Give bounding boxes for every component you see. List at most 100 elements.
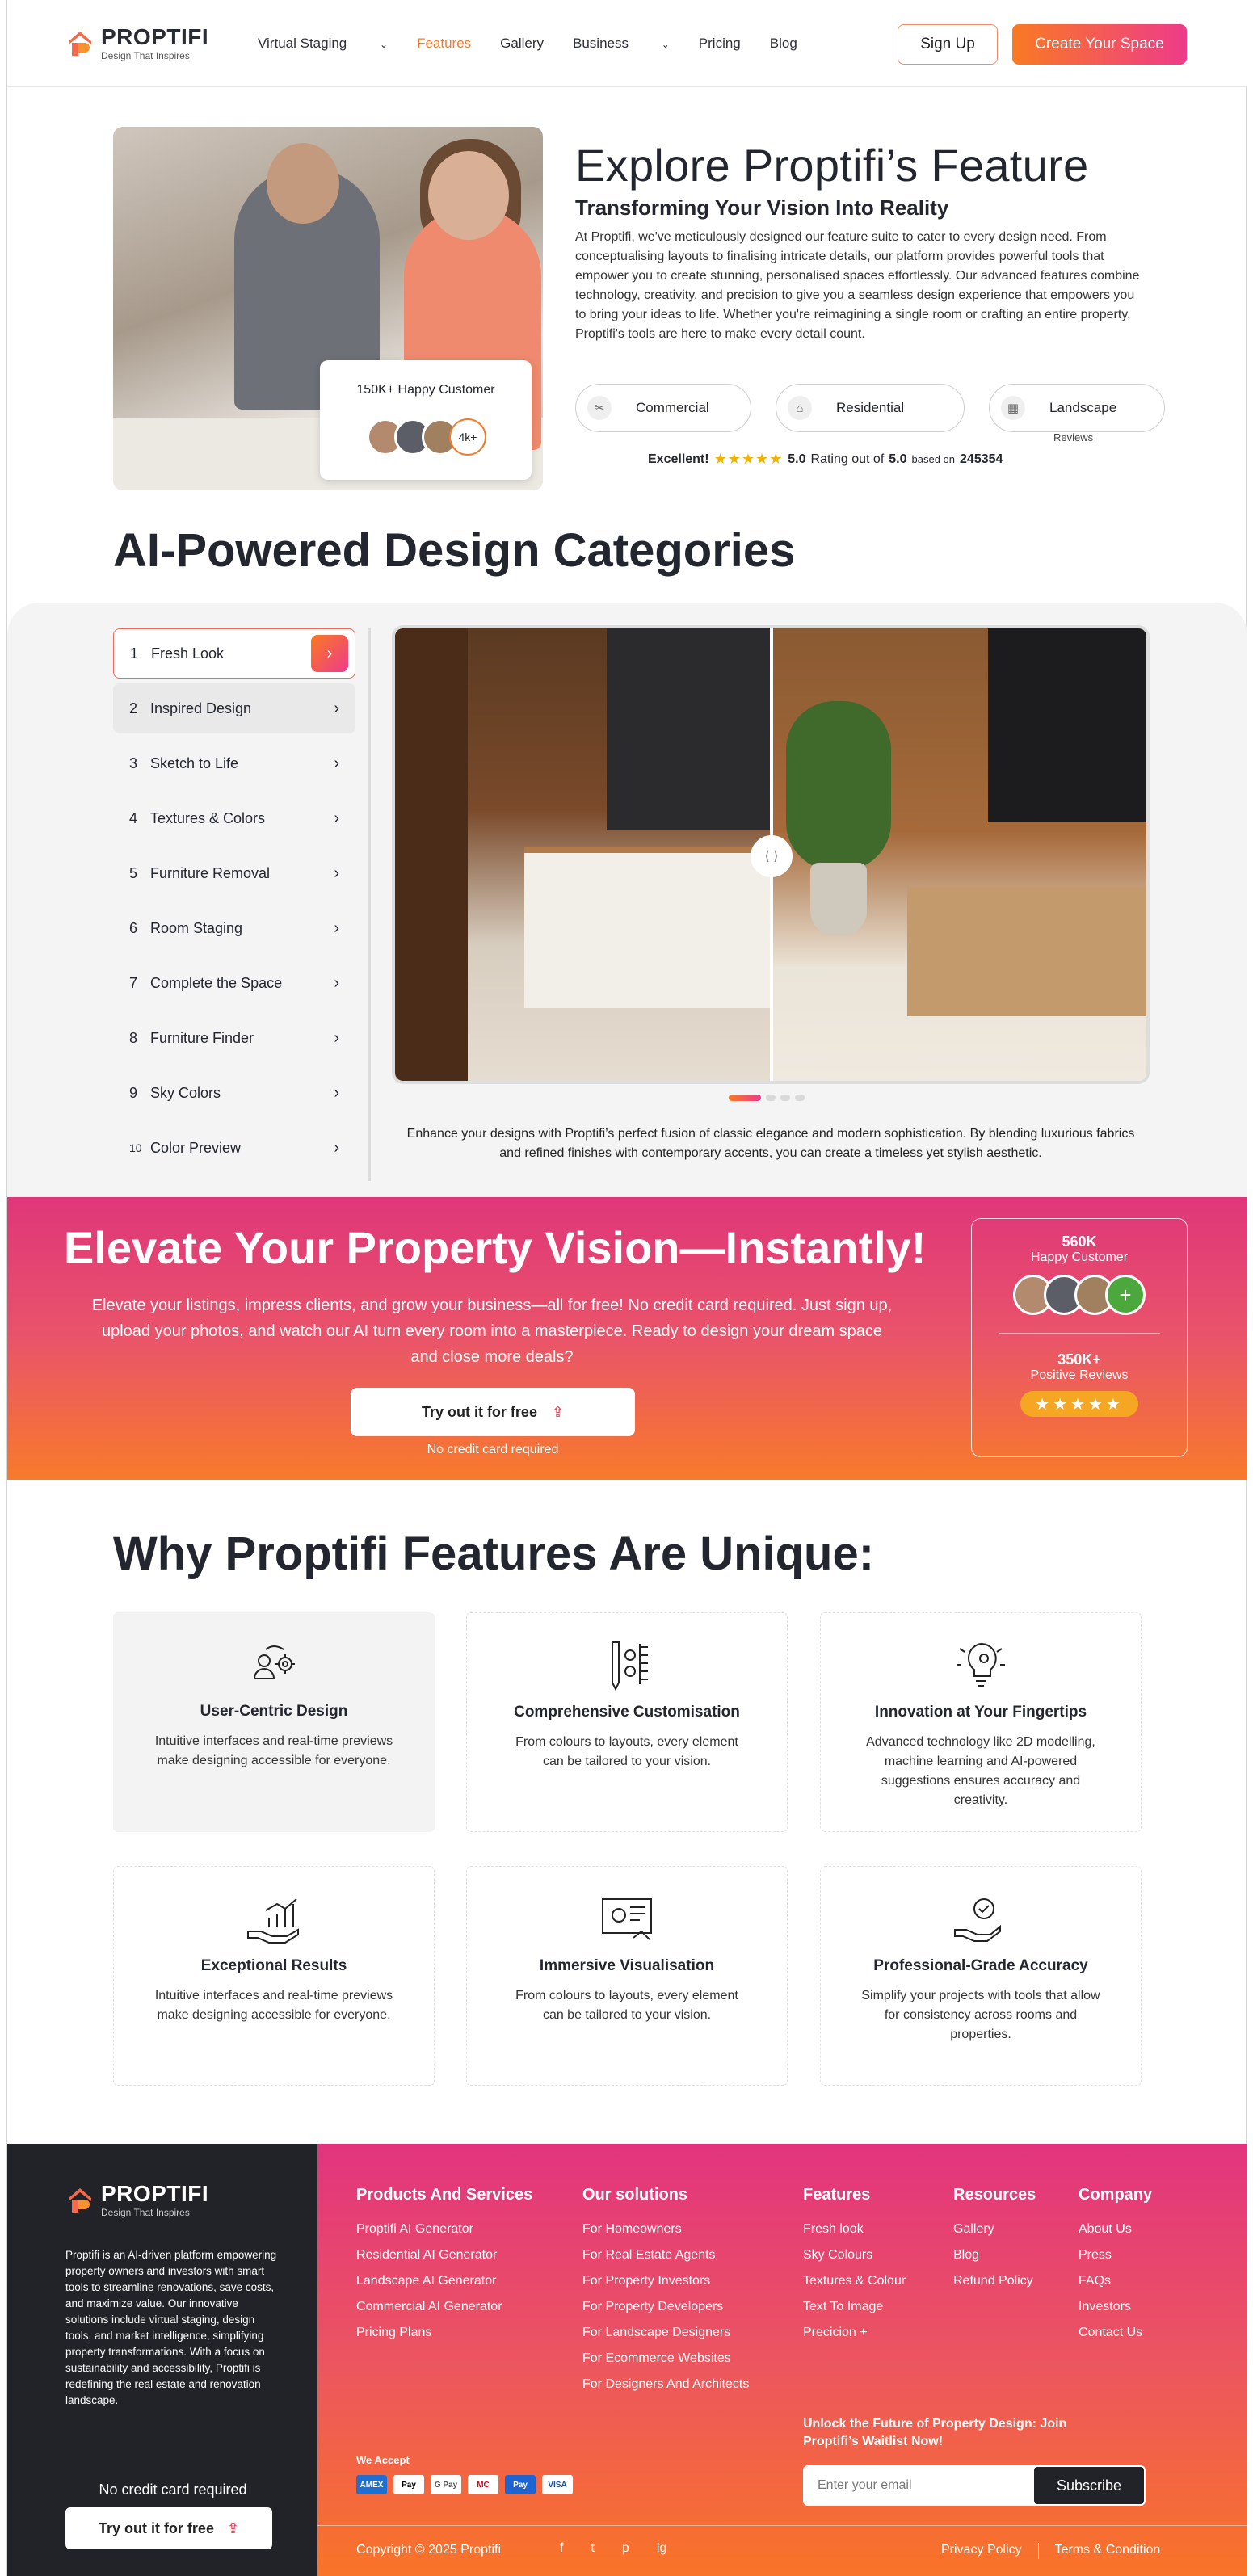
footer-logo[interactable]: PROPTIFI Design That Inspires (65, 2183, 208, 2218)
footer-link[interactable]: Gallery (953, 2222, 1036, 2237)
brand-tagline: Design That Inspires (101, 2207, 190, 2218)
nav-pricing[interactable]: Pricing (699, 36, 741, 52)
footer-link[interactable]: Sky Colours (803, 2248, 906, 2263)
upload-icon: ⇪ (226, 2519, 240, 2536)
chevron-right-icon: › (334, 864, 339, 882)
category-item-textures-colors[interactable]: 4 Textures & Colors › (113, 793, 355, 843)
category-item-inspired-design[interactable]: 2 Inspired Design › (113, 683, 355, 733)
residential-pill[interactable]: ⌂ Residential (776, 384, 965, 432)
category-item-color-preview[interactable]: 10 Color Preview › (113, 1123, 355, 1173)
footer-link[interactable]: Commercial AI Generator (356, 2300, 532, 2314)
footer-link[interactable]: For Property Investors (582, 2274, 749, 2288)
footer-link[interactable]: Fresh look (803, 2222, 906, 2237)
divider (368, 628, 371, 1181)
sign-up-button[interactable]: Sign Up (898, 24, 998, 65)
category-item-furniture-finder[interactable]: 8 Furniture Finder › (113, 1013, 355, 1063)
footer-links-panel: Products And Services Proptifi AI Genera… (317, 2144, 1247, 2576)
category-item-sky-colors[interactable]: 9 Sky Colors › (113, 1068, 355, 1118)
category-item-furniture-removal[interactable]: 5 Furniture Removal › (113, 848, 355, 898)
carousel-dot[interactable] (795, 1095, 805, 1101)
footer-link[interactable]: For Designers And Architects (582, 2377, 749, 2392)
category-item-room-staging[interactable]: 6 Room Staging › (113, 903, 355, 953)
category-number: 8 (129, 1029, 138, 1046)
feature-title: User-Centric Design (200, 1703, 348, 1720)
instagram-icon[interactable]: ig (657, 2541, 666, 2556)
feature-description: Intuitive interfaces and real-time previ… (154, 1734, 393, 1767)
nav-features[interactable]: Features (417, 36, 471, 52)
page: PROPTIFI Design That Inspires Virtual St… (6, 0, 1247, 2576)
footer-link[interactable]: Textures & Colour (803, 2274, 906, 2288)
footer-link[interactable]: Blog (953, 2248, 1036, 2263)
footer-link[interactable]: Residential AI Generator (356, 2248, 532, 2263)
feature-title: Comprehensive Customisation (514, 1704, 740, 1721)
stat-value: 350K+ (1057, 1351, 1101, 1368)
footer-link[interactable]: Investors (1079, 2300, 1152, 2314)
email-input[interactable]: Enter your email (805, 2478, 1034, 2493)
feature-card: Professional-Grade Accuracy Simplify you… (820, 1866, 1142, 2086)
footer-link[interactable]: Press (1079, 2248, 1152, 2263)
footer-link[interactable]: For Real Estate Agents (582, 2248, 749, 2263)
chevron-down-icon: ⌄ (380, 39, 389, 50)
review-count-link[interactable]: 245354 (960, 452, 1003, 467)
pinterest-icon[interactable]: p (622, 2541, 629, 2556)
feature-card: User-Centric Design Intuitive interfaces… (113, 1612, 435, 1832)
slider-handle-icon[interactable]: ⟨ ⟩ (751, 835, 793, 877)
category-item-complete-the-space[interactable]: 7 Complete the Space › (113, 958, 355, 1008)
footer-link[interactable]: For Ecommerce Websites (582, 2351, 749, 2366)
rating-text: Rating out of (810, 452, 885, 466)
facebook-icon[interactable]: f (560, 2541, 563, 2556)
google-pay-icon: G Pay (431, 2475, 461, 2494)
footer-col-resources: Resources Gallery Blog Refund Policy (953, 2186, 1036, 2300)
landscape-pill[interactable]: ▦ Landscape (989, 384, 1165, 432)
carousel-dot[interactable] (766, 1095, 776, 1101)
feature-card: Innovation at Your Fingertips Advanced t… (820, 1612, 1142, 1832)
logo[interactable]: PROPTIFI Design That Inspires (65, 26, 208, 61)
category-item-sketch-to-life[interactable]: 3 Sketch to Life › (113, 738, 355, 788)
footer-link[interactable]: FAQs (1079, 2274, 1152, 2288)
rating-value: 5.0 (788, 452, 806, 466)
nav-gallery[interactable]: Gallery (500, 36, 544, 52)
subscribe-button[interactable]: Subscribe (1034, 2467, 1144, 2504)
privacy-policy-link[interactable]: Privacy Policy (941, 2543, 1022, 2559)
footer-link[interactable]: Refund Policy (953, 2274, 1036, 2288)
carousel-dot[interactable] (729, 1095, 761, 1101)
commercial-pill[interactable]: ✂ Commercial (575, 384, 751, 432)
based-on-text: based on (911, 453, 956, 465)
footer-link[interactable]: For Homeowners (582, 2222, 749, 2237)
footer-link[interactable]: Landscape AI Generator (356, 2274, 532, 2288)
happy-customer-card: 150K+ Happy Customer 4k+ (320, 360, 532, 480)
footer-link[interactable]: About Us (1079, 2222, 1152, 2237)
nav-virtual-staging[interactable]: Virtual Staging ⌄ (258, 36, 388, 52)
twitter-icon[interactable]: t (591, 2541, 594, 2556)
stats-card: 560K Happy Customer + 350K+ Positive Rev… (971, 1218, 1188, 1457)
category-label: Textures & Colors (150, 809, 266, 826)
main-nav: Virtual Staging ⌄ Features Gallery Busin… (258, 36, 826, 52)
happy-customer-label: 150K+ Happy Customer (356, 383, 495, 397)
stat-label: Positive Reviews (1030, 1368, 1129, 1382)
nav-blog[interactable]: Blog (770, 36, 797, 52)
footer-link[interactable]: Text To Image (803, 2300, 906, 2314)
category-label: Fresh Look (151, 645, 225, 662)
terms-link[interactable]: Terms & Condition (1055, 2543, 1161, 2559)
footer-try-free-button[interactable]: Try out it for free ⇪ (65, 2507, 272, 2549)
chevron-right-icon: › (334, 699, 339, 717)
try-free-button[interactable]: Try out it for free ⇪ (351, 1388, 635, 1436)
category-number: 7 (129, 974, 138, 991)
footer-link[interactable]: For Property Developers (582, 2300, 749, 2314)
create-your-space-button[interactable]: Create Your Space (1012, 24, 1187, 65)
footer-link[interactable]: Proptifi AI Generator (356, 2222, 532, 2237)
nav-business[interactable]: Business ⌄ (573, 36, 670, 52)
category-item-fresh-look[interactable]: 1 Fresh Look › (113, 628, 355, 679)
property-type-pills: ✂ Commercial ⌂ Residential ▦ Landscape (575, 384, 1165, 432)
footer-link[interactable]: Precicion + (803, 2326, 906, 2340)
carousel-dot[interactable] (780, 1095, 790, 1101)
stat-label: Happy Customer (1030, 1250, 1129, 1264)
waitlist-form: Enter your email Subscribe (803, 2465, 1146, 2506)
unique-title: Why Proptifi Features Are Unique: (113, 1528, 875, 1580)
footer-col-title: Our solutions (582, 2186, 687, 2204)
footer-link[interactable]: Contact Us (1079, 2326, 1152, 2340)
footer-link[interactable]: Pricing Plans (356, 2326, 532, 2340)
footer-col-title: Products And Services (356, 2186, 533, 2204)
before-after-slider[interactable]: ⟨ ⟩ (395, 628, 1146, 1081)
footer-link[interactable]: For Landscape Designers (582, 2326, 749, 2340)
